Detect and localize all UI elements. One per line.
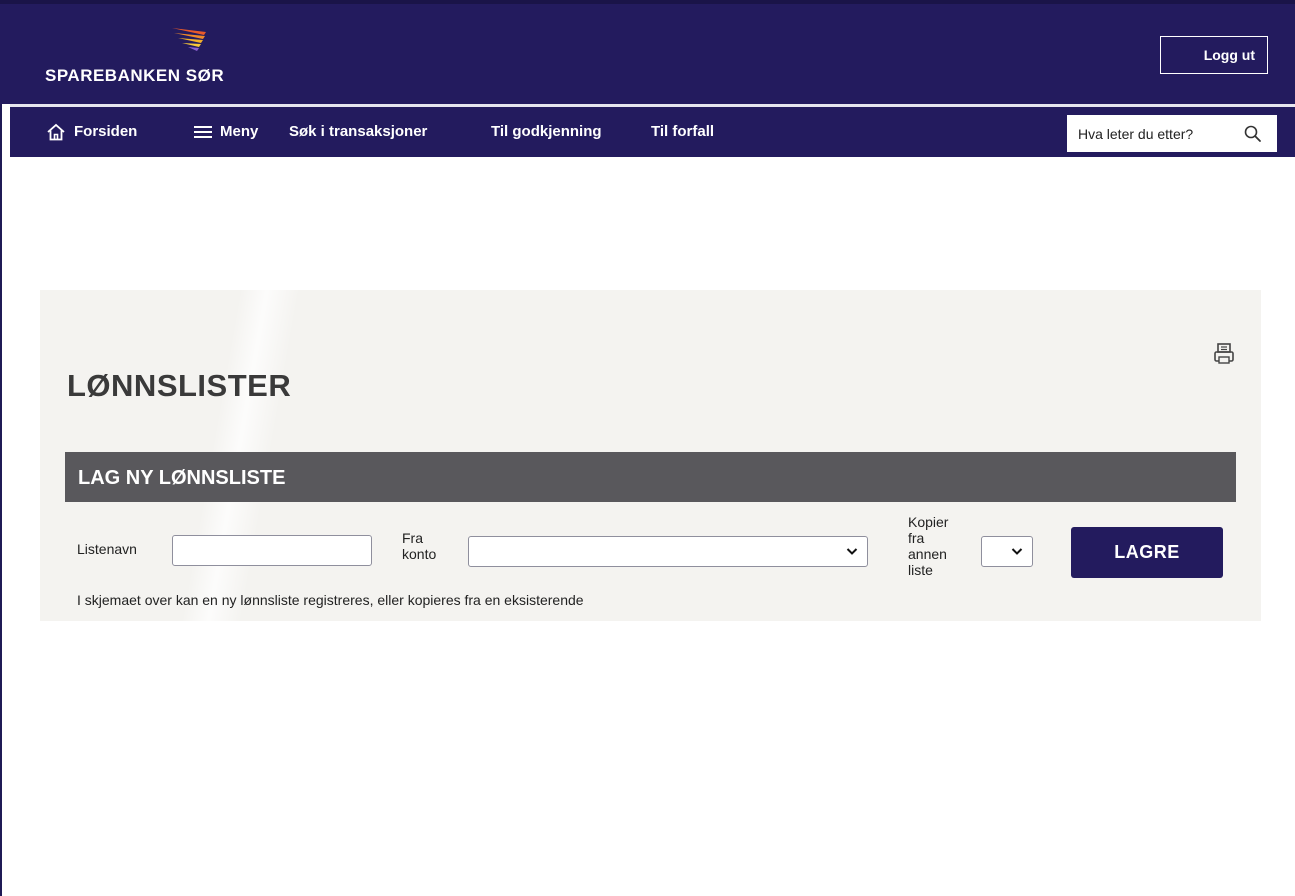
copy-list-label-line: liste [908,562,933,578]
nav-item-til-forfall[interactable]: Til forfall [651,107,714,157]
logo-wing-icon [172,28,206,51]
main-navigation: Forsiden Meny Søk i transaksjoner Til go… [10,107,1295,157]
nav-item-label: Til forfall [651,123,715,140]
nav-item-til-godkjenning[interactable]: Til godkjenning [491,107,602,157]
search-input[interactable] [1067,115,1237,152]
nav-item-forsiden[interactable]: Forsiden [46,107,137,157]
copy-list-label-line: fra [908,530,925,546]
search-box [1067,115,1277,152]
from-account-select[interactable] [468,536,868,567]
payroll-panel: LØNNSLISTER LAG NY LØNNSLISTE Listenavn … [40,290,1261,621]
copy-list-label: Kopier fra annen liste [908,514,948,578]
home-icon [47,123,65,141]
chevron-down-icon [846,548,858,555]
sparebanken-sor-logo[interactable]: SPAREBANKEN SØR [45,26,275,86]
top-header: SPAREBANKEN SØR Logg ut [0,0,1295,104]
nav-item-label: Meny [220,123,259,140]
nav-item-sok-i-transaksjoner[interactable]: Søk i transaksjoner [289,107,427,157]
nav-item-label: Til godkjenning [491,123,602,140]
hamburger-menu-icon [194,126,212,139]
logo-text: SPAREBANKEN SØR [45,66,225,85]
nav-item-meny[interactable]: Meny [194,107,258,157]
from-account-label-line: Fra [402,530,423,546]
copy-list-label-line: Kopier [908,514,949,530]
from-account-label-line: konto [402,546,437,562]
nav-item-label: Søk i transaksjoner [289,123,428,140]
list-name-label: Listenavn [77,541,137,557]
save-button[interactable]: LAGRE [1071,527,1223,578]
list-name-input[interactable] [172,535,372,566]
nav-item-label: Forsiden [74,123,138,140]
from-account-label: Fra konto [402,530,436,562]
window-frame-edge [0,0,2,896]
section-title: LAG NY LØNNSLISTE [78,467,286,489]
logout-button[interactable]: Logg ut [1160,36,1268,74]
print-icon[interactable] [1213,342,1235,366]
copy-list-label-line: annen [908,546,947,562]
section-header: LAG NY LØNNSLISTE [65,452,1236,502]
chevron-down-icon [1011,548,1023,555]
search-icon[interactable] [1243,124,1263,144]
page-title: LØNNSLISTER [67,368,292,403]
form-help-text: I skjemaet over kan en ny lønnsliste reg… [77,592,584,608]
copy-list-select[interactable] [981,536,1033,567]
